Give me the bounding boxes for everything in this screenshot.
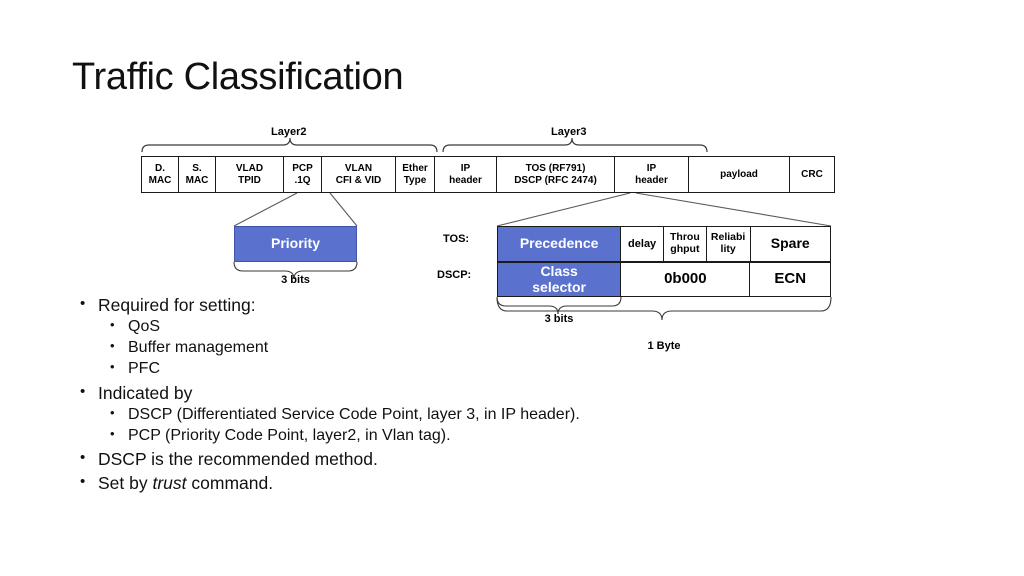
tos-leader-right xyxy=(635,192,832,227)
dscp-cell-class-selector: Class selector xyxy=(498,263,622,296)
bullet-required-for-setting: Required for setting: QoS Buffer managem… xyxy=(72,294,712,380)
layer3-label: Layer3 xyxy=(551,126,587,138)
priority-box: Priority xyxy=(234,226,357,262)
layer2-brace xyxy=(141,137,438,153)
tos-cell-reliability: Reliabi lity xyxy=(706,227,751,261)
layer3-brace xyxy=(442,137,708,153)
tos-cell-spare: Spare xyxy=(750,227,831,261)
sub-bullet-pfc: PFC xyxy=(98,358,712,379)
sub-bullet-buffer-management: Buffer management xyxy=(98,337,712,358)
packet-cell-pcp-1q: PCP .1Q xyxy=(284,157,322,192)
packet-cell-smac: S. MAC xyxy=(179,157,216,192)
bullet-text-pre: Set by xyxy=(98,473,153,494)
packet-cell-tos-dscp: TOS (RF791) DSCP (RFC 2474) xyxy=(497,157,615,192)
bullet-text: Set by trust command. xyxy=(98,473,273,493)
page-title: Traffic Classification xyxy=(72,56,404,98)
slide-canvas: Traffic Classification Layer2 Layer3 D. … xyxy=(0,0,1024,576)
bullet-text: Indicated by xyxy=(98,383,192,403)
pcp-leader-left xyxy=(233,192,298,227)
dscp-cell-ecn: ECN xyxy=(750,263,830,296)
dscp-cell-0b000: 0b000 xyxy=(621,263,751,296)
bullet-level2-list-2: DSCP (Differentiated Service Code Point,… xyxy=(98,404,712,446)
packet-cell-payload: payload xyxy=(689,157,790,192)
bullet-text: Required for setting: xyxy=(98,295,256,315)
bullet-list: Required for setting: QoS Buffer managem… xyxy=(72,294,712,496)
packet-cell-dmac: D. MAC xyxy=(142,157,179,192)
packet-cell-crc: CRC xyxy=(790,157,834,192)
sub-bullet-qos: QoS xyxy=(98,316,712,337)
pcp-leader-right xyxy=(329,192,358,227)
packet-frame-row: D. MAC S. MAC VLAD TPID PCP .1Q VLAN CFI… xyxy=(141,156,835,193)
tos-row-label: TOS: xyxy=(443,233,470,245)
bullet-text-italic: trust xyxy=(152,473,187,494)
dscp-table-row: Class selector 0b000 ECN xyxy=(497,262,831,297)
bullet-level2-list-1: QoS Buffer management PFC xyxy=(98,316,712,379)
bullet-set-by-trust: Set by trust command. xyxy=(72,472,712,494)
dscp-row-label: DSCP: xyxy=(437,269,472,281)
packet-cell-vlad-tpid: VLAD TPID xyxy=(216,157,284,192)
priority-brace-label: 3 bits xyxy=(281,274,310,286)
packet-cell-ether-type: Ether Type xyxy=(396,157,435,192)
packet-cell-vlan-cfi-vid: VLAN CFI & VID xyxy=(322,157,396,192)
bullet-text-post: command. xyxy=(186,473,274,494)
bullet-text: DSCP is the recommended method. xyxy=(98,449,378,469)
sub-bullet-dscp: DSCP (Differentiated Service Code Point,… xyxy=(98,404,712,425)
tos-leader-left xyxy=(496,192,631,227)
packet-cell-ip-header-2: IP header xyxy=(615,157,689,192)
tos-table-row: Precedence delay Throu ghput Reliabi lit… xyxy=(497,226,831,262)
layer2-label: Layer2 xyxy=(271,126,307,138)
tos-cell-delay: delay xyxy=(621,227,664,261)
tos-cell-precedence: Precedence xyxy=(498,227,622,261)
bullet-indicated-by: Indicated by DSCP (Differentiated Servic… xyxy=(72,382,712,446)
tos-cell-throughput: Throu ghput xyxy=(664,227,707,261)
bullet-dscp-recommended: DSCP is the recommended method. xyxy=(72,448,712,470)
sub-bullet-pcp: PCP (Priority Code Point, layer2, in Vla… xyxy=(98,425,712,446)
bullet-level1-list: Required for setting: QoS Buffer managem… xyxy=(72,294,712,494)
packet-cell-ip-header-1: IP header xyxy=(435,157,497,192)
